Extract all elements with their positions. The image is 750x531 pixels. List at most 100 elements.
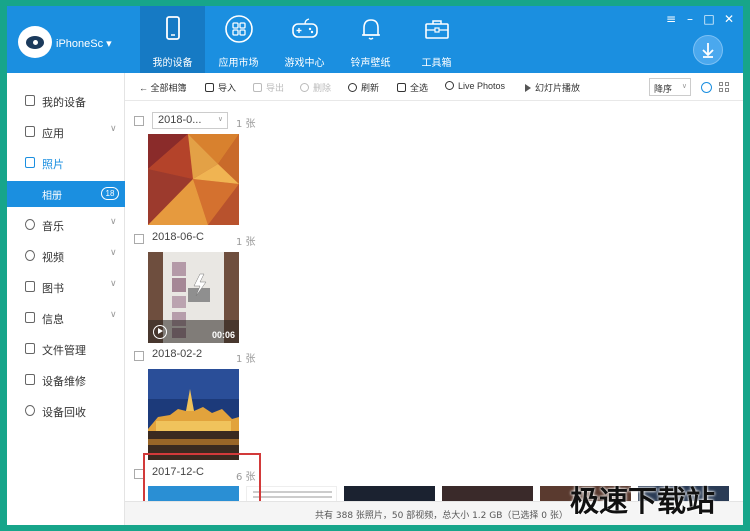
top-bar: iPhoneSc ▾ 我的设备 应用市场 游戏中心 铃声壁纸 工具箱 ≡ – □… bbox=[7, 6, 743, 73]
video-icon bbox=[25, 250, 35, 261]
live-photos-icon bbox=[445, 81, 454, 90]
group-checkbox[interactable] bbox=[134, 351, 144, 361]
sidebar-item-books[interactable]: 图书 ∨ bbox=[7, 274, 125, 300]
sidebar-item-video[interactable]: 视频 ∨ bbox=[7, 243, 125, 269]
photo-thumbnail[interactable] bbox=[148, 134, 239, 225]
phone-icon bbox=[166, 16, 180, 40]
sidebar-item-photos[interactable]: 照片 bbox=[7, 150, 125, 176]
delete-button[interactable]: 删除 bbox=[300, 81, 331, 94]
chevron-down-icon: ∨ bbox=[681, 82, 687, 90]
select-all-checkbox[interactable]: 全选 bbox=[397, 81, 428, 94]
nav-label: 工具箱 bbox=[421, 58, 452, 69]
apps-grid-icon bbox=[25, 126, 35, 137]
sidebar-item-label: 音乐 bbox=[42, 220, 64, 233]
minimize-button[interactable]: – bbox=[682, 12, 698, 26]
photo-icon bbox=[25, 157, 35, 168]
date-filter-dropdown[interactable]: 2018-0... ∨ bbox=[152, 112, 228, 129]
sort-dropdown[interactable]: 降序 ∨ bbox=[649, 78, 691, 96]
sidebar-item-device-repair[interactable]: 设备维修 bbox=[7, 367, 125, 393]
import-button[interactable]: 导入 bbox=[205, 81, 236, 94]
photo-thumbnail[interactable] bbox=[442, 486, 533, 501]
sidebar-item-label: 文件管理 bbox=[42, 344, 86, 357]
download-button[interactable] bbox=[693, 35, 723, 65]
nav-ringtones-wallpapers[interactable]: 铃声壁纸 bbox=[338, 6, 403, 73]
export-icon bbox=[253, 83, 262, 92]
nav-my-device[interactable]: 我的设备 bbox=[140, 6, 205, 73]
chevron-down-icon[interactable]: ∨ bbox=[110, 279, 117, 289]
slideshow-label: 幻灯片播放 bbox=[535, 83, 581, 93]
nav-toolbox[interactable]: 工具箱 bbox=[404, 6, 469, 73]
sidebar-item-albums[interactable]: 相册 18 bbox=[7, 181, 125, 207]
nav-app-market[interactable]: 应用市场 bbox=[206, 6, 271, 73]
group-date: 2018-06-C bbox=[152, 231, 204, 243]
folder-icon bbox=[25, 343, 35, 354]
device-selector[interactable]: iPhoneSc ▾ bbox=[56, 37, 112, 50]
device-icon bbox=[25, 95, 35, 106]
photo-grid: 2018-0... ∨ 1 张 2018-06-C 1 张 00:06 2018… bbox=[125, 101, 743, 501]
nav-label: 铃声壁纸 bbox=[350, 58, 391, 69]
group-checkbox[interactable] bbox=[134, 234, 144, 244]
menu-icon[interactable]: ≡ bbox=[663, 12, 679, 26]
chevron-down-icon: ∨ bbox=[217, 116, 223, 123]
gamepad-icon bbox=[292, 18, 318, 38]
sidebar-item-label: 我的设备 bbox=[42, 96, 86, 109]
import-icon bbox=[205, 83, 214, 92]
checkbox-icon bbox=[397, 83, 406, 92]
nav-label: 游戏中心 bbox=[284, 58, 325, 69]
chevron-down-icon[interactable]: ∨ bbox=[110, 310, 117, 320]
group-count: 1 张 bbox=[236, 354, 256, 365]
castle-night-image bbox=[148, 369, 239, 460]
download-icon bbox=[702, 43, 714, 58]
sidebar-item-messages[interactable]: 信息 ∨ bbox=[7, 305, 125, 331]
message-icon bbox=[25, 312, 35, 323]
photo-toolbar: ← 全部相簿 导入 导出 删除 刷新 全选 Live Photos 幻灯片播放 … bbox=[125, 73, 743, 101]
photo-thumbnail[interactable] bbox=[148, 369, 239, 460]
group-date: 2018-0... bbox=[158, 114, 202, 126]
export-label: 导出 bbox=[266, 83, 285, 93]
group-count: 1 张 bbox=[236, 119, 256, 130]
maximize-button[interactable]: □ bbox=[701, 12, 717, 26]
chevron-down-icon[interactable]: ∨ bbox=[110, 124, 117, 134]
grid-view-icon[interactable] bbox=[719, 82, 730, 93]
chevron-down-icon[interactable]: ∨ bbox=[110, 217, 117, 227]
import-label: 导入 bbox=[218, 83, 237, 93]
chevron-down-icon[interactable]: ∨ bbox=[110, 248, 117, 258]
sort-value: 降序 bbox=[654, 85, 673, 95]
nav-label: 应用市场 bbox=[218, 58, 259, 69]
live-photos-label: Live Photos bbox=[458, 81, 506, 91]
refresh-label: 刷新 bbox=[361, 83, 380, 93]
album-count-badge: 18 bbox=[101, 187, 119, 200]
play-icon[interactable] bbox=[153, 325, 167, 339]
sidebar: 我的设备 应用 ∨ 照片 相册 18 音乐 ∨ 视频 ∨ 图书 ∨ 信息 ∨ 文… bbox=[7, 73, 125, 525]
device-name: iPhoneSc bbox=[56, 38, 104, 50]
close-button[interactable]: ✕ bbox=[721, 12, 737, 26]
music-icon bbox=[25, 219, 35, 230]
sidebar-item-label: 相册 bbox=[42, 191, 62, 202]
export-button[interactable]: 导出 bbox=[253, 81, 284, 94]
sidebar-item-label: 信息 bbox=[42, 313, 64, 326]
sidebar-item-file-manager[interactable]: 文件管理 bbox=[7, 336, 125, 362]
all-albums-button[interactable]: ← 全部相簿 bbox=[139, 81, 187, 94]
recycle-icon bbox=[25, 405, 35, 416]
slideshow-button[interactable]: 幻灯片播放 bbox=[525, 81, 580, 94]
itools-logo-icon bbox=[18, 26, 52, 58]
timeline-view-icon[interactable] bbox=[701, 82, 712, 93]
sidebar-item-music[interactable]: 音乐 ∨ bbox=[7, 212, 125, 238]
sidebar-item-label: 设备维修 bbox=[42, 375, 86, 388]
polygon-art-image bbox=[148, 134, 239, 225]
video-thumbnail[interactable]: 00:06 bbox=[148, 252, 239, 343]
group-date: 2018-02-2 bbox=[152, 348, 203, 360]
refresh-icon bbox=[348, 83, 357, 92]
nav-game-center[interactable]: 游戏中心 bbox=[272, 6, 337, 73]
group-count: 1 张 bbox=[236, 237, 256, 248]
sidebar-item-my-device[interactable]: 我的设备 bbox=[7, 88, 125, 114]
live-photos-button[interactable]: Live Photos bbox=[445, 81, 505, 91]
photo-thumbnail[interactable] bbox=[344, 486, 435, 501]
sidebar-item-apps[interactable]: 应用 ∨ bbox=[7, 119, 125, 145]
select-all-label: 全选 bbox=[410, 83, 429, 93]
refresh-button[interactable]: 刷新 bbox=[348, 81, 379, 94]
sidebar-item-device-recycle[interactable]: 设备回收 bbox=[7, 398, 125, 424]
group-checkbox[interactable] bbox=[134, 116, 144, 126]
delete-label: 删除 bbox=[313, 83, 332, 93]
sidebar-item-label: 照片 bbox=[42, 158, 64, 171]
